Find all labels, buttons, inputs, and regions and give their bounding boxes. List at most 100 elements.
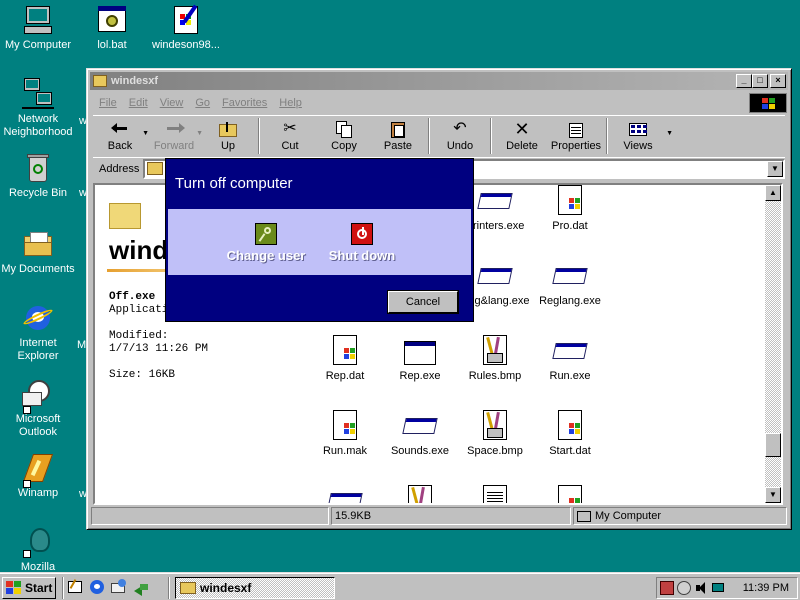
file-item[interactable]: Space.bmp xyxy=(457,410,533,457)
minimize-button[interactable]: _ xyxy=(736,74,752,88)
channels-icon[interactable] xyxy=(132,578,150,596)
file-item[interactable]: Pro.dat xyxy=(532,185,608,232)
application-icon xyxy=(477,260,513,292)
desktop-icon-winamp[interactable]: Winamp xyxy=(0,452,76,500)
menu-file[interactable]: File xyxy=(93,97,123,109)
file-item[interactable]: Swap.tmp xyxy=(532,485,608,503)
tray-network-icon[interactable] xyxy=(711,581,725,595)
file-item[interactable]: Reglang.exe xyxy=(532,260,608,307)
delete-x-icon: ✕ xyxy=(514,119,530,139)
show-desktop-icon[interactable] xyxy=(66,578,84,596)
explorer-titlebar[interactable]: windesxf _ □ × xyxy=(90,72,788,90)
scroll-down-button[interactable]: ▼ xyxy=(765,487,781,503)
internet-explorer-icon[interactable] xyxy=(88,578,106,596)
properties-button[interactable]: Properties xyxy=(549,116,603,156)
status-size: 15.9KB xyxy=(331,507,571,525)
chevron-down-icon[interactable]: ▼ xyxy=(767,160,783,177)
back-button[interactable]: Back ▼ xyxy=(93,116,149,156)
data-file-icon xyxy=(329,410,361,442)
menu-edit[interactable]: Edit xyxy=(123,97,154,109)
computer-icon xyxy=(22,4,54,36)
file-name: Pro.dat xyxy=(552,220,588,232)
copy-icon xyxy=(333,120,355,138)
copy-button[interactable]: Copy xyxy=(317,116,371,156)
close-button[interactable]: × xyxy=(770,74,786,88)
desktop-icon-lol-bat[interactable]: lol.bat xyxy=(74,4,150,52)
menubar: File Edit View Go Favorites Help xyxy=(93,93,743,113)
chevron-down-icon[interactable]: ▼ xyxy=(666,130,673,137)
folder-icon xyxy=(180,582,196,594)
desktop-icon-recycle-bin[interactable]: Recycle Bin xyxy=(0,152,76,200)
file-name: Space.bmp xyxy=(467,445,523,457)
back-label: Back xyxy=(107,140,133,152)
address-label: Address xyxy=(99,162,140,175)
scroll-thumb[interactable] xyxy=(765,433,781,457)
status-bar: 15.9KB My Computer xyxy=(91,507,787,525)
tray-app-icon[interactable] xyxy=(660,581,674,595)
desktop-icon-mozilla[interactable]: Mozilla xyxy=(0,526,76,574)
desktop-icon-label: My Documents xyxy=(1,263,75,275)
menu-help[interactable]: Help xyxy=(273,97,308,109)
taskbar-button-windesxf[interactable]: windesxf xyxy=(175,577,335,599)
toolbar-separator xyxy=(490,118,492,154)
desktop-icon-label: Microsoft Outlook xyxy=(15,413,61,438)
outlook-express-icon[interactable] xyxy=(110,578,128,596)
delete-button[interactable]: ✕ Delete xyxy=(495,116,549,156)
clock[interactable]: 11:39 PM xyxy=(743,582,789,594)
views-label: Views xyxy=(623,140,653,152)
application-icon xyxy=(552,335,588,367)
file-item[interactable]: Start.dat xyxy=(532,410,608,457)
menu-go[interactable]: Go xyxy=(189,97,216,109)
application-window-icon xyxy=(404,335,436,367)
file-item[interactable]: Startp.exe xyxy=(307,485,383,503)
file-name: Start.dat xyxy=(549,445,591,457)
shut-down-label: Shut down xyxy=(328,248,396,263)
desktop-icon-network-neighborhood[interactable]: Network Neighborhood xyxy=(0,78,76,139)
desktop-icon-label: Recycle Bin xyxy=(8,187,68,199)
file-item[interactable]: Rep.exe xyxy=(382,335,458,382)
bitmap-image-icon xyxy=(479,335,511,367)
taskbar-separator xyxy=(168,577,170,599)
desktop-icon-windeson98[interactable]: windeson98... xyxy=(148,4,224,52)
file-name: Rules.bmp xyxy=(468,370,522,382)
views-button[interactable]: Views ▼ xyxy=(611,116,673,156)
maximize-button[interactable]: □ xyxy=(752,74,768,88)
desktop-icon-internet-explorer[interactable]: Internet Explorer xyxy=(0,302,76,363)
file-item[interactable]: Run.exe xyxy=(532,335,608,382)
change-user-button[interactable]: Change user xyxy=(218,223,314,263)
status-location: My Computer xyxy=(573,507,787,525)
file-item[interactable]: Svsetfl.txt xyxy=(457,485,533,503)
file-item[interactable]: Run.mak xyxy=(307,410,383,457)
up-button[interactable]: Up xyxy=(201,116,255,156)
tray-cd-icon[interactable] xyxy=(677,581,691,595)
tray-volume-icon[interactable] xyxy=(694,581,708,595)
application-icon xyxy=(477,185,513,217)
menu-favorites[interactable]: Favorites xyxy=(216,97,273,109)
desktop-icon-label: Network Neighborhood xyxy=(3,113,73,138)
turn-off-dialog[interactable]: Turn off computer Change user Shut down … xyxy=(165,158,474,322)
desktop-icon-my-computer[interactable]: My Computer xyxy=(0,4,76,52)
cancel-button[interactable]: Cancel xyxy=(388,291,458,313)
undo-button[interactable]: ↶ Undo xyxy=(433,116,487,156)
file-item[interactable]: Study.bmp xyxy=(382,485,458,503)
desktop-icon-microsoft-outlook[interactable]: Microsoft Outlook xyxy=(0,378,76,439)
file-item[interactable]: Rep.dat xyxy=(307,335,383,382)
paste-button[interactable]: Paste xyxy=(371,116,425,156)
file-item[interactable]: Sounds.exe xyxy=(382,410,458,457)
shut-down-button[interactable]: Shut down xyxy=(314,223,410,263)
copy-label: Copy xyxy=(331,140,357,152)
forward-button[interactable]: Forward ▼ xyxy=(147,116,203,156)
windows-logo-icon xyxy=(6,581,22,595)
undo-icon: ↶ xyxy=(453,120,467,137)
vertical-scrollbar[interactable]: ▲ ▼ xyxy=(765,185,781,503)
menu-view[interactable]: View xyxy=(154,97,190,109)
start-button[interactable]: Start xyxy=(2,577,56,599)
application-icon xyxy=(327,485,363,503)
scroll-up-button[interactable]: ▲ xyxy=(765,185,781,201)
desktop-icon-my-documents[interactable]: My Documents xyxy=(0,228,76,276)
file-name: Printers.exe xyxy=(465,220,525,232)
cut-button[interactable]: ✂ Cut xyxy=(263,116,317,156)
file-item[interactable]: Rules.bmp xyxy=(457,335,533,382)
cut-label: Cut xyxy=(281,140,299,152)
desktop-icon-label: Internet Explorer xyxy=(17,337,59,362)
